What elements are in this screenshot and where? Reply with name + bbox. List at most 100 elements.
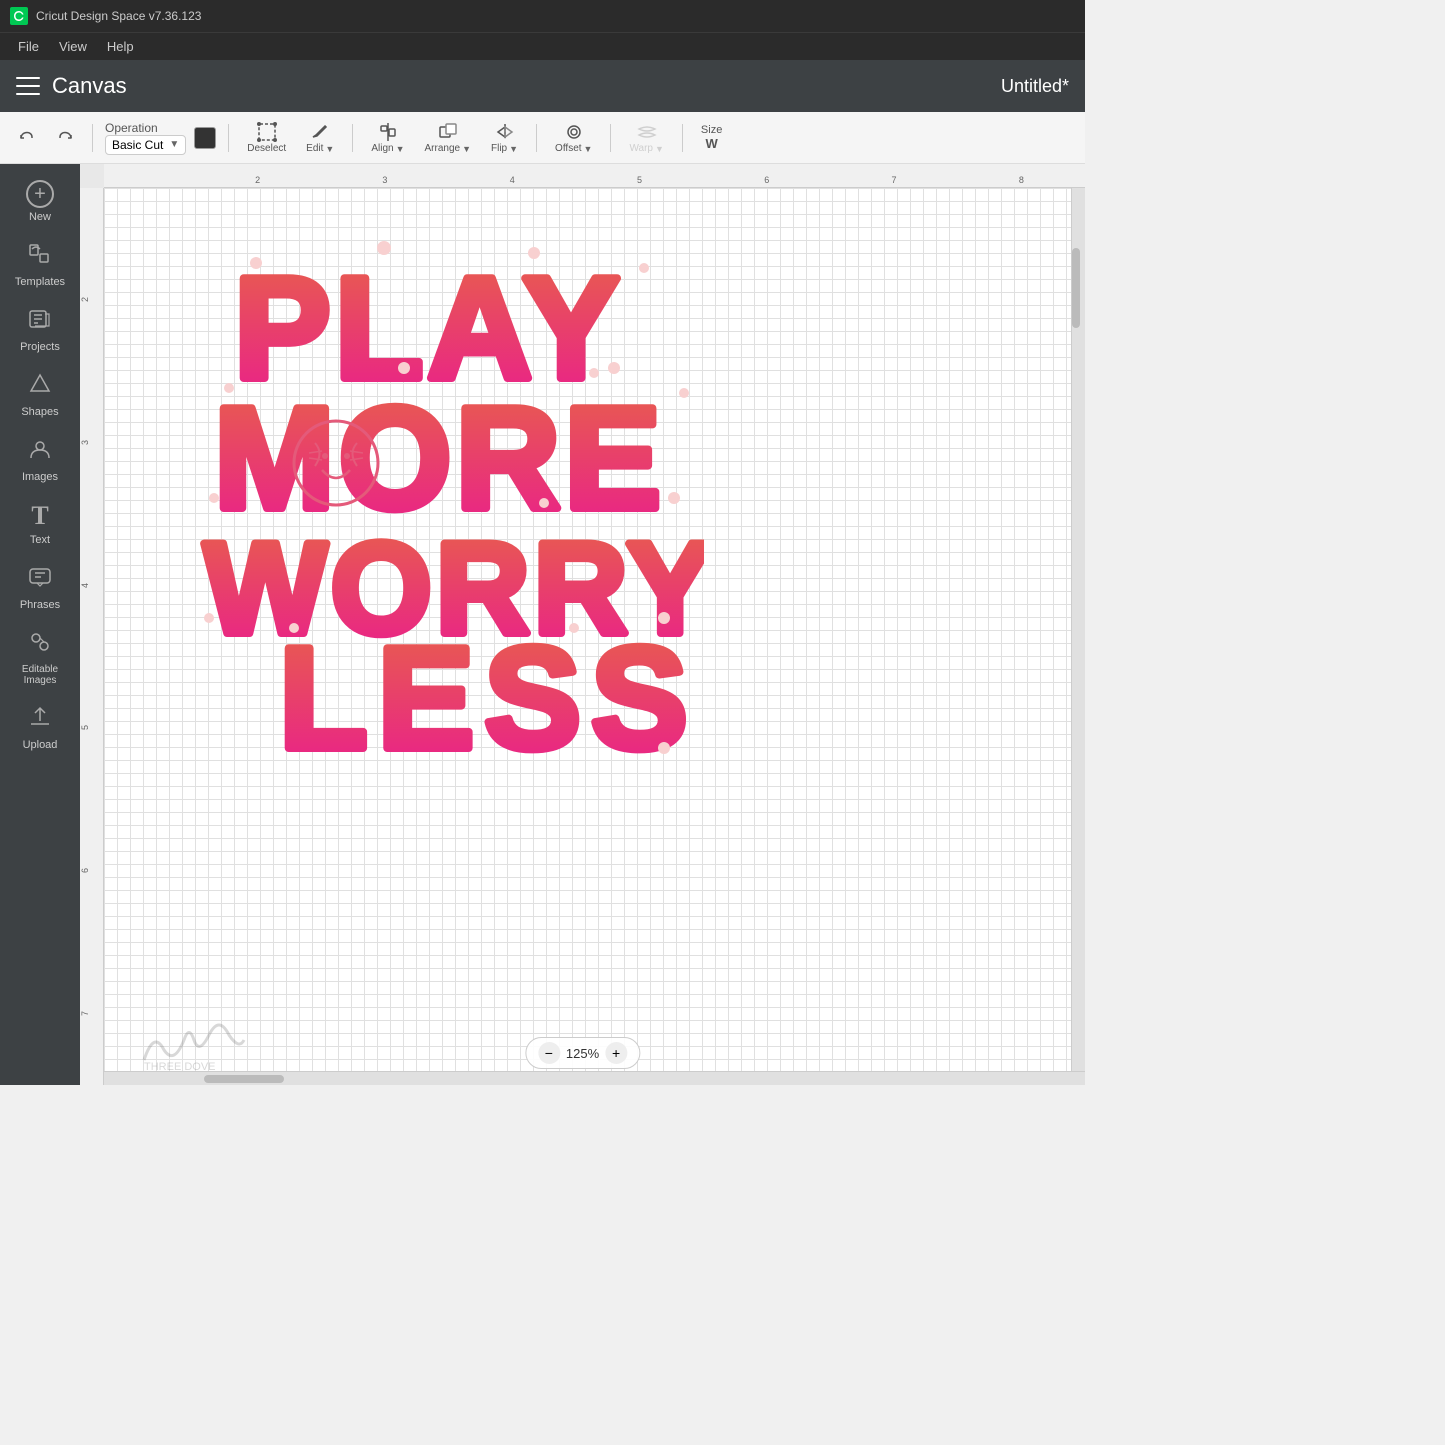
size-short: W xyxy=(705,136,717,151)
hamburger-menu-icon[interactable] xyxy=(16,77,40,95)
warp-chevron: ▼ xyxy=(655,144,664,154)
operation-select[interactable]: Basic Cut ▼ xyxy=(105,135,186,155)
ruler-v-tick-6: 6 xyxy=(80,868,101,873)
arrange-label: Arrange xyxy=(425,143,461,154)
shapes-icon xyxy=(27,371,53,403)
design-container[interactable]: PLAY MORE WORRY LESS xyxy=(184,238,704,798)
align-button[interactable]: Align ▼ xyxy=(365,119,410,156)
menu-view[interactable]: View xyxy=(51,37,95,56)
ruler-horizontal: 2 3 4 5 6 7 8 xyxy=(104,164,1085,188)
ruler-h-tick-3: 3 xyxy=(382,175,387,185)
new-icon: + xyxy=(26,180,54,208)
sidebar-item-text[interactable]: T Text xyxy=(4,493,76,554)
watermark: THREE DOVE xyxy=(134,1010,254,1075)
editable-images-icon xyxy=(27,629,53,661)
zoom-in-button[interactable]: + xyxy=(605,1042,627,1064)
operation-value: Basic Cut xyxy=(112,138,163,152)
arrange-button[interactable]: Arrange ▼ xyxy=(419,119,478,156)
arrange-icon xyxy=(437,121,459,143)
title-bar: Cricut Design Space v7.36.123 xyxy=(0,0,1085,32)
nav-title: Canvas xyxy=(52,73,127,99)
offset-button[interactable]: Offset ▼ xyxy=(549,119,598,156)
deselect-icon xyxy=(256,121,278,143)
operation-label: Operation xyxy=(105,121,158,135)
sidebar-item-phrases[interactable]: Phrases xyxy=(4,556,76,619)
flip-icon xyxy=(494,121,516,143)
images-icon xyxy=(27,436,53,468)
align-icon xyxy=(377,121,399,143)
ruler-h-tick-4: 4 xyxy=(510,175,515,185)
main-area: + New Templates Projects Shapes Images xyxy=(0,164,1085,1085)
sidebar-item-images-label: Images xyxy=(22,471,58,483)
ruler-h-tick-5: 5 xyxy=(637,175,642,185)
flip-label: Flip xyxy=(491,143,507,154)
menu-help[interactable]: Help xyxy=(99,37,142,56)
canvas-grid[interactable]: PLAY MORE WORRY LESS xyxy=(104,188,1085,1085)
flip-button[interactable]: Flip ▼ xyxy=(485,119,524,156)
zoom-out-button[interactable]: − xyxy=(538,1042,560,1064)
toolbar: Operation Basic Cut ▼ Deselect Edit ▼ xyxy=(0,112,1085,164)
sidebar-item-images[interactable]: Images xyxy=(4,428,76,491)
sidebar-item-shapes-label: Shapes xyxy=(21,406,58,418)
align-chevron: ▼ xyxy=(396,144,405,154)
undo-button[interactable] xyxy=(12,123,42,153)
watermark-logo: THREE DOVE xyxy=(134,1010,254,1070)
zoom-level: 125% xyxy=(566,1046,599,1061)
warp-icon xyxy=(636,121,658,143)
menu-bar: File View Help xyxy=(0,32,1085,60)
warp-button[interactable]: Warp ▼ xyxy=(623,119,669,156)
separator-6 xyxy=(682,124,683,152)
sidebar-item-upload-label: Upload xyxy=(23,739,58,751)
text-icon: T xyxy=(31,501,48,531)
ruler-h-tick-6: 6 xyxy=(764,175,769,185)
sidebar-item-phrases-label: Phrases xyxy=(20,599,60,611)
sidebar-item-projects[interactable]: Projects xyxy=(4,298,76,361)
redo-button[interactable] xyxy=(50,123,80,153)
edit-label: Edit xyxy=(306,143,323,154)
canvas-area[interactable]: 2 3 4 5 6 7 8 2 3 4 5 6 7 xyxy=(80,164,1085,1085)
svg-text:LESS: LESS xyxy=(279,617,698,779)
edit-button[interactable]: Edit ▼ xyxy=(300,119,340,156)
menu-file[interactable]: File xyxy=(10,37,47,56)
projects-icon xyxy=(27,306,53,338)
sidebar-item-editable-images[interactable]: EditableImages xyxy=(4,621,76,694)
document-title: Untitled* xyxy=(1001,76,1069,97)
offset-chevron: ▼ xyxy=(584,144,593,154)
scrollbar-vertical[interactable] xyxy=(1071,188,1085,1071)
ruler-h-tick-2: 2 xyxy=(255,175,260,185)
offset-icon xyxy=(563,121,585,143)
phrases-icon xyxy=(27,564,53,596)
operation-chevron: ▼ xyxy=(169,139,179,150)
separator-1 xyxy=(92,124,93,152)
separator-3 xyxy=(352,124,353,152)
sidebar: + New Templates Projects Shapes Images xyxy=(0,164,80,1085)
sidebar-item-templates[interactable]: Templates xyxy=(4,233,76,296)
sidebar-item-text-label: Text xyxy=(30,534,50,546)
zoom-bar: − 125% + xyxy=(525,1037,640,1069)
sidebar-item-upload[interactable]: Upload xyxy=(4,696,76,759)
sidebar-item-shapes[interactable]: Shapes xyxy=(4,363,76,426)
size-button[interactable]: Size W xyxy=(695,122,728,153)
ruler-h-tick-7: 7 xyxy=(892,175,897,185)
edit-icon xyxy=(309,121,331,143)
edit-chevron: ▼ xyxy=(325,144,334,154)
ruler-vertical: 2 3 4 5 6 7 xyxy=(80,188,104,1085)
ruler-v-tick-5: 5 xyxy=(80,725,101,730)
color-swatch[interactable] xyxy=(194,127,216,149)
sidebar-item-new-label: New xyxy=(29,211,51,223)
app-title: Cricut Design Space v7.36.123 xyxy=(36,9,201,23)
ruler-v-tick-7: 7 xyxy=(80,1011,101,1016)
deselect-label: Deselect xyxy=(247,143,286,154)
deselect-button[interactable]: Deselect xyxy=(241,119,292,156)
ruler-v-tick-3: 3 xyxy=(80,440,101,445)
svg-text:THREE DOVE: THREE DOVE xyxy=(144,1061,216,1070)
ruler-v-tick-4: 4 xyxy=(80,583,101,588)
warp-label: Warp xyxy=(629,143,653,154)
ruler-h-tick-8: 8 xyxy=(1019,175,1024,185)
sidebar-item-new[interactable]: + New xyxy=(4,172,76,231)
sidebar-item-projects-label: Projects xyxy=(20,341,60,353)
offset-label: Offset xyxy=(555,143,582,154)
align-label: Align xyxy=(371,143,393,154)
upload-icon xyxy=(27,704,53,736)
separator-5 xyxy=(610,124,611,152)
